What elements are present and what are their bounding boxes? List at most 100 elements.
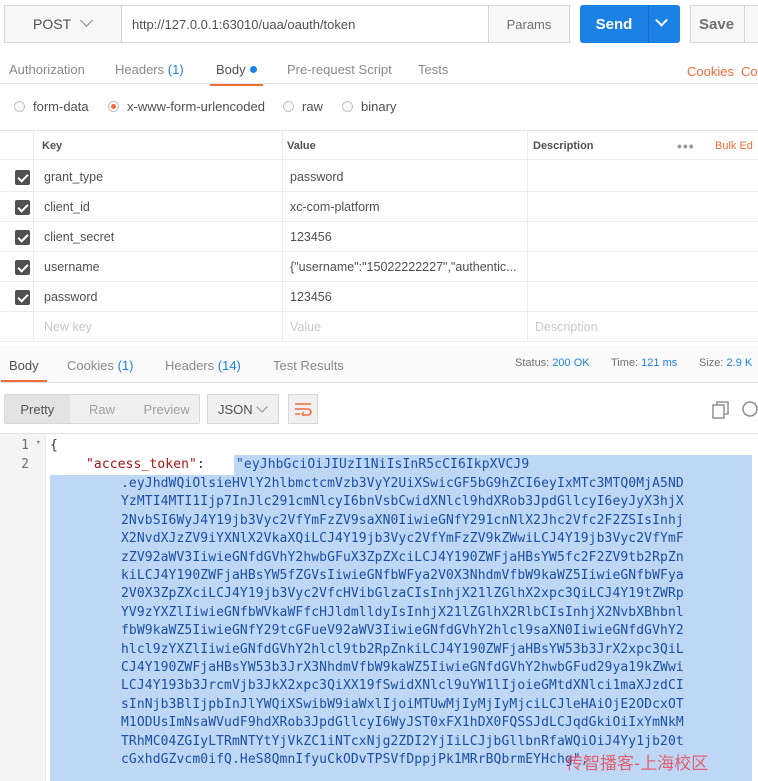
save-button[interactable]: Save [690,5,758,43]
tab-authorization[interactable]: Authorization [9,62,85,77]
row-key[interactable]: client_id [44,192,90,222]
radio-form-data[interactable]: form-data [14,99,89,114]
row-key[interactable]: username [44,252,100,282]
row-value[interactable]: xc-com-platform [290,192,380,222]
radio-circle-icon [14,101,25,112]
new-description-input[interactable]: Description [535,312,598,342]
resp-tab-test-results-label: Test Results [273,358,344,373]
radio-binary[interactable]: binary [342,99,396,114]
row-checkbox-checked-icon[interactable] [15,260,30,275]
cookies-link-label: Cookies [687,64,734,79]
wrap-lines-button[interactable] [288,394,318,424]
tab-prerequest-label: Pre-request Script [287,62,392,77]
fold-arrow-icon[interactable]: ▾ [36,438,41,448]
row-checkbox-checked-icon[interactable] [15,230,30,245]
column-value: Value [287,140,316,152]
url-input[interactable]: http://127.0.0.1:63010/uaa/oauth/token [121,5,489,43]
bulk-edit-link[interactable]: Bulk Ed [715,131,753,161]
row-key[interactable]: client_secret [44,222,114,252]
mode-pretty[interactable]: Pretty [5,395,70,423]
radio-binary-label: binary [361,99,397,114]
headers-count: (1) [167,62,184,77]
viewer-toolbar: Pretty Raw Preview JSON [0,388,758,432]
tab-headers[interactable]: Headers (1) [115,62,184,77]
radio-circle-icon [283,101,294,112]
tab-body[interactable]: Body [210,62,263,86]
new-value-input[interactable]: Value [290,312,321,342]
row-checkbox-checked-icon[interactable] [15,290,30,305]
format-label: JSON [218,401,253,417]
status-label: Status: [515,357,550,369]
code-link[interactable]: Co [741,64,758,79]
tab-authorization-label: Authorization [9,62,85,77]
radio-urlencoded[interactable]: x-www-form-urlencoded [108,99,265,114]
size-value: 2.9 K [726,357,753,369]
row-checkbox-checked-icon[interactable] [15,200,30,215]
copy-icon[interactable] [711,400,731,420]
resp-tab-body[interactable]: Body [1,358,47,382]
time-value: 121 ms [641,357,678,369]
resp-tab-headers[interactable]: Headers (14) [165,358,241,373]
json-value-line: X2NvdXJzZV9iYXNlX2VkaXQiLCJ4Y19jb3Vyc2Vf… [121,531,684,547]
resp-tab-test-results[interactable]: Test Results [273,358,344,373]
tab-headers-label: Headers [115,62,165,77]
tab-body-label: Body [216,62,246,77]
more-options-icon[interactable]: ••• [677,131,695,161]
radio-circle-icon [342,101,353,112]
resp-tab-cookies-label: Cookies [67,358,114,373]
row-key[interactable]: grant_type [44,162,103,192]
url-text: http://127.0.0.1:63010/uaa/oauth/token [132,16,356,32]
row-value[interactable]: password [290,162,344,192]
row-value[interactable]: 123456 [290,222,332,252]
table-row[interactable]: client_secret 123456 [0,222,758,252]
status-readout: Status: 200 OK [515,357,590,369]
send-dropdown-icon[interactable] [655,13,668,27]
code-link-label: Co [741,64,758,79]
resp-tab-cookies[interactable]: Cookies (1) [67,358,133,373]
json-value-line: 2V0X3ZpZXciLCJ4Y19jb3Vyc2VfcHVibGlzaCIsI… [121,586,684,602]
table-row[interactable]: grant_type password [0,162,758,192]
json-value-line: CJ4Y190ZWFjaHBsYW53b3JrX3NhdmVfbW9kaWZ5I… [121,660,684,675]
json-value-line: zZV92aWV3IiwieGNfdGVhY2hwbGFuX3ZpZXciLCJ… [121,549,684,565]
json-value-line: hlcl9zYXZlIiwieGNfdGVhY2hlcl9tb2RpZnkiLC… [121,641,684,657]
save-divider [744,5,746,43]
cookies-link[interactable]: Cookies [687,64,734,79]
column-divider [282,130,283,342]
table-row[interactable]: username {"username":"15022222227","auth… [0,252,758,282]
radio-selected-icon [108,101,119,112]
line-gutter: 1 ▾ 2 [0,434,46,781]
line-number: 1 [21,438,29,453]
mode-raw[interactable]: Raw [70,395,135,423]
mode-preview[interactable]: Preview [134,395,199,423]
table-row[interactable]: password 123456 [0,282,758,312]
method-select[interactable]: POST [4,5,122,43]
row-value[interactable]: {"username":"15022222227","authentic... [290,252,522,282]
response-body-editor[interactable]: 1 ▾ 2 { "access_token": "eyJhbGciOiJIUzI… [0,433,758,781]
row-checkbox-checked-icon[interactable] [15,170,30,185]
new-row[interactable]: New key Value Description [0,312,758,342]
format-select[interactable]: JSON [207,394,279,424]
json-value: "eyJhbGciOiJIUzI1NiIsInR5cCI6IkpXVCJ9 [236,457,530,472]
row-key[interactable]: password [44,282,98,312]
column-description: Description [533,140,594,152]
search-icon[interactable] [741,400,758,420]
new-key-input[interactable]: New key [44,312,92,342]
tab-tests-label: Tests [418,62,449,77]
json-value-line: 2NvbSI6WyJ4Y19jb3Vyc2VfYmFzZV9saXN0Iiwie… [121,512,684,528]
active-tab-underline [1,380,47,382]
send-label: Send [595,15,633,33]
send-divider [648,5,649,43]
tab-prerequest[interactable]: Pre-request Script [287,62,392,77]
table-row[interactable]: client_id xc-com-platform [0,192,758,222]
radio-urlencoded-label: x-www-form-urlencoded [127,99,265,114]
resp-cookies-count: (1) [117,358,134,373]
row-value[interactable]: 123456 [290,282,332,312]
json-value-line: fbW9kaWZ5IiwieGNfY29tcGFueV92aWV3IiwieGN… [121,623,684,639]
chevron-down-icon [80,14,93,27]
params-button[interactable]: Params [488,5,570,43]
radio-raw[interactable]: raw [283,99,323,114]
response-tabs: Body Cookies (1) Headers (14) Test Resul… [0,345,758,383]
send-button[interactable]: Send [580,5,680,43]
tab-tests[interactable]: Tests [418,62,448,77]
radio-raw-label: raw [302,99,323,114]
